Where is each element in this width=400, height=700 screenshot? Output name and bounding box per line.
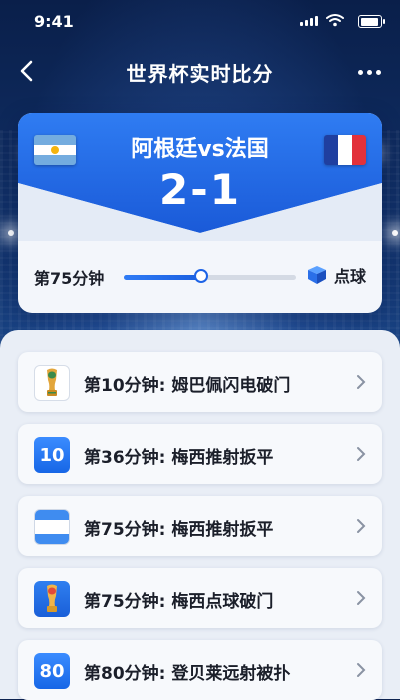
cellular-signal-icon [300,16,318,26]
chevron-right-icon [357,591,366,605]
flag-icon [34,509,70,545]
event-text: 第75分钟: 梅西推射扳平 [84,520,274,540]
match-progress-row: 第75分钟 点球 [18,251,382,301]
chevron-right-icon [357,375,366,389]
nav-bar: 世界杯实时比分 [0,52,400,92]
progress-fill [124,275,202,280]
event-text: 第10分钟: 姆巴佩闪电破门 [84,376,291,396]
progress-knob[interactable] [194,269,209,283]
wifi-icon [326,14,344,27]
minute-badge: 80 [34,653,70,689]
event-text: 第36分钟: 梅西推射扳平 [84,448,274,468]
more-dot-icon [357,69,363,75]
trophy-icon [34,581,70,617]
more-options-button[interactable] [356,62,382,82]
match-score: 2-1 [159,165,241,214]
event-item[interactable]: 第10分钟: 姆巴佩闪电破门 [18,352,382,412]
event-text: 第75分钟: 梅西点球破门 [84,592,274,612]
match-progress-slider[interactable] [124,269,296,283]
current-minute-label: 第75分钟 [34,269,105,288]
event-text: 第80分钟: 登贝莱远射被扑 [84,664,291,684]
event-item[interactable]: 80 第80分钟: 登贝莱远射被扑 [18,640,382,700]
chevron-right-icon [357,519,366,533]
stadium-light [8,230,14,236]
event-item[interactable]: 第75分钟: 梅西点球破门 [18,568,382,628]
chevron-right-icon [357,447,366,461]
score-card: 阿根廷vs法国 2-1 第75分钟 点球 [18,113,382,313]
event-list-panel: 第10分钟: 姆巴佩闪电破门 10 第36分钟: 梅西推射扳平 第75分钟: 梅… [0,330,400,700]
battery-icon [358,15,385,28]
penalty-box-icon [307,266,326,284]
minute-badge: 10 [34,437,70,473]
match-teams: 阿根廷vs法国 [131,137,269,162]
status-bar: 9:41 [0,0,400,44]
status-time: 9:41 [34,12,74,31]
trophy-icon [34,365,70,401]
event-item[interactable]: 10 第36分钟: 梅西推射扳平 [18,424,382,484]
stadium-light [392,230,398,236]
chevron-right-icon [357,663,366,677]
more-dot-icon [375,69,381,75]
page-title: 世界杯实时比分 [126,62,274,86]
event-item[interactable]: 第75分钟: 梅西推射扳平 [18,496,382,556]
current-event-label: 点球 [333,267,366,286]
more-dot-icon [366,69,372,75]
current-event-tag: 点球 [306,263,366,287]
